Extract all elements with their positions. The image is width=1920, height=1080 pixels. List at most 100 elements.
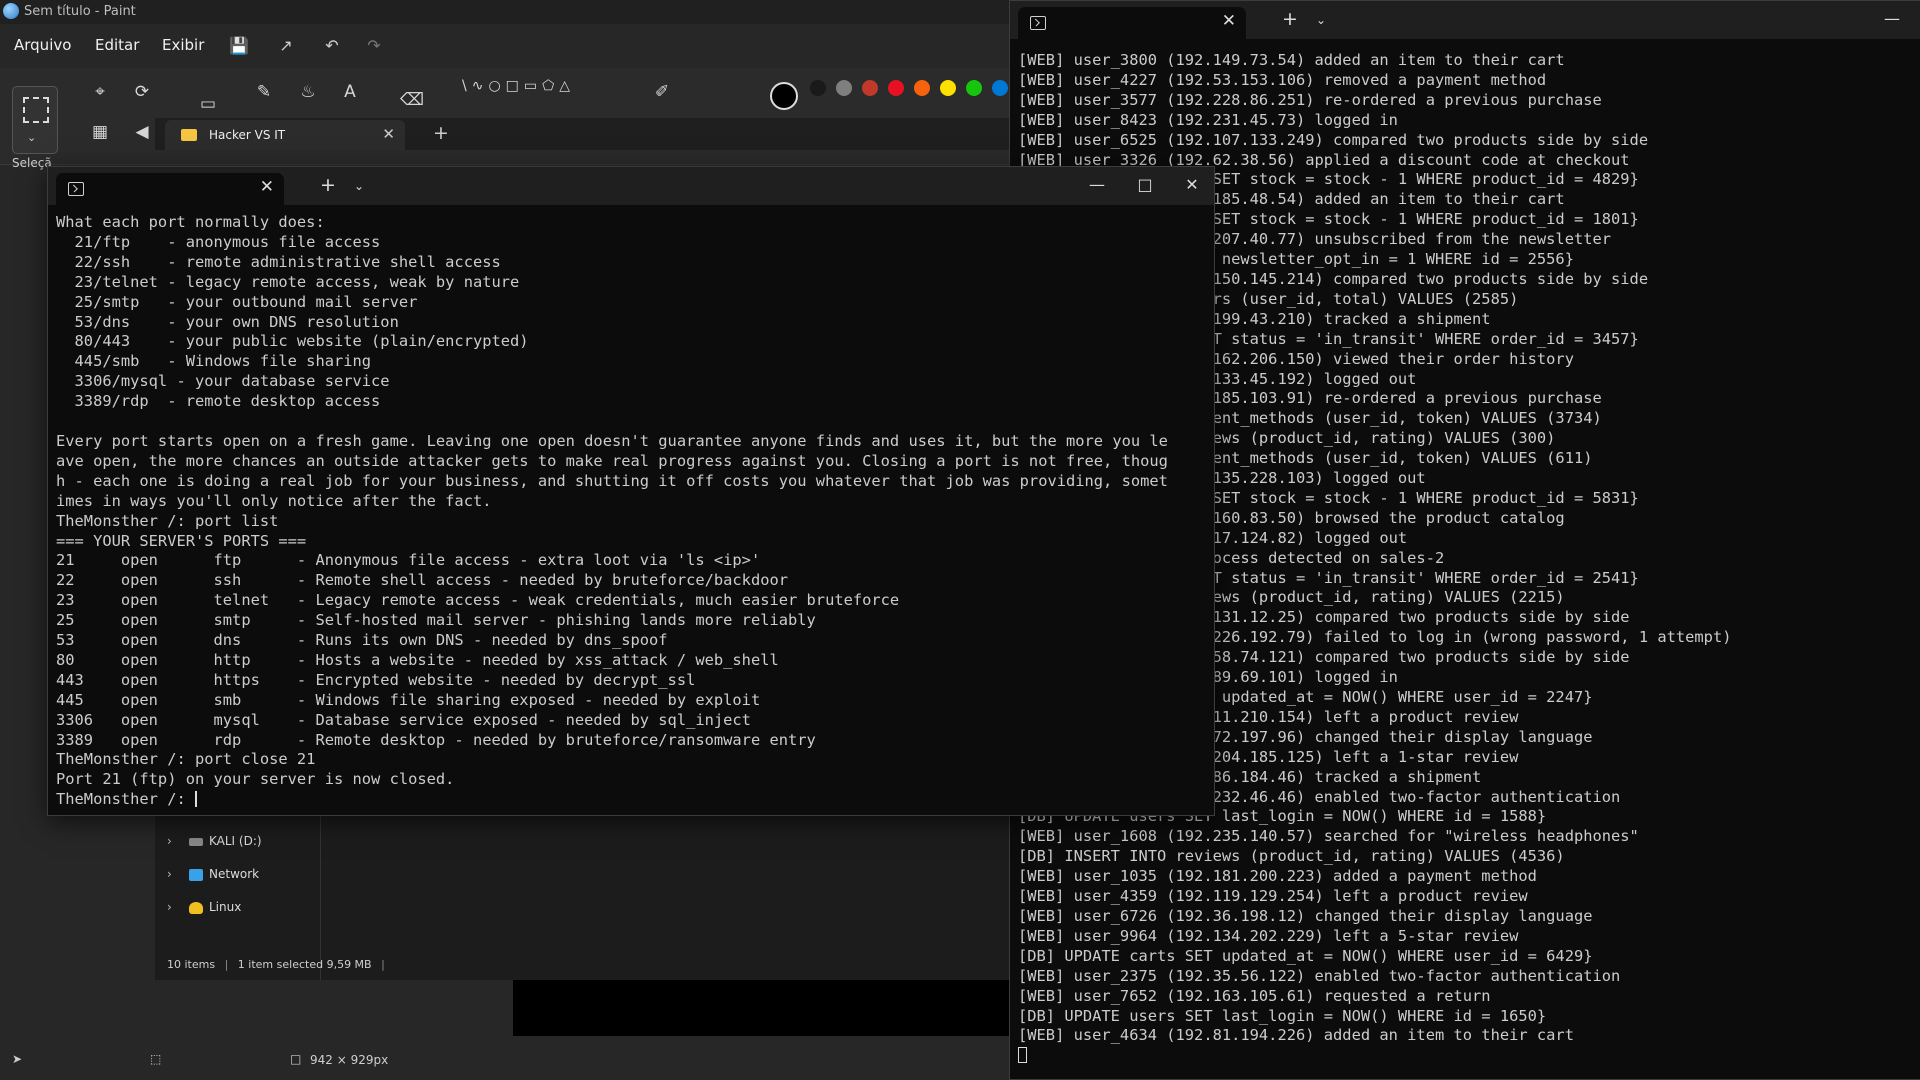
terminal-line: 25 open smtp - Self-hosted mail server -… [56,611,816,630]
terminal-line: 80 open http - Hosts a website - needed … [56,650,779,669]
color-swatch-red[interactable] [888,80,904,96]
new-tab-icon[interactable]: + [1282,8,1298,30]
explorer-tab[interactable]: Hacker VS IT ✕ [165,120,405,150]
color-swatch-black[interactable] [810,80,826,96]
close-icon[interactable]: ✕ [260,177,274,197]
terminal-line: [WEB] user_3800 (192.149.73.54) added an… [1018,51,1565,69]
explorer-tab-title: Hacker VS IT [209,128,286,142]
color-swatch-orange[interactable] [914,80,930,96]
new-tab-icon[interactable]: + [320,174,336,196]
primary-color-swatch[interactable] [770,82,798,110]
terminal-line: TheMonsther /: port list [56,511,279,530]
terminal-line: 445 open smb - Windows file sharing expo… [56,690,761,709]
folder-icon [181,129,197,141]
terminal-output[interactable]: What each port normally does: 21/ftp - a… [56,213,1206,809]
nav-item-label: Linux [209,900,242,914]
terminal-line: 22 open ssh - Remote shell access - need… [56,571,789,590]
color-swatch-dark-red[interactable] [862,80,878,96]
chevron-down-icon: ⌄ [27,131,37,144]
color-swatch-green[interactable] [966,80,982,96]
item-count: 10 items [167,958,216,971]
color-swatch-gray[interactable] [836,80,852,96]
close-icon[interactable]: ✕ [382,125,395,143]
terminal-line: [WEB] user_6525 (192.107.133.249) compar… [1018,130,1649,149]
chevron-right-icon: › [167,900,172,914]
linux-icon [189,902,203,914]
terminal-line: 443 open https - Encrypted website - nee… [56,670,696,689]
terminal-line: [WEB] user_1608 (192.235.140.57) searche… [1018,827,1639,846]
layers-icon[interactable]: ◀ [130,120,154,144]
menu-exibir[interactable]: Exibir [162,36,204,54]
chevron-down-icon[interactable]: ⌄ [354,179,364,193]
resize-icon[interactable]: ▭ [196,92,220,116]
terminal-line: 23 open telnet - Legacy remote access - … [56,591,900,610]
maximize-icon[interactable]: □ [1130,175,1160,194]
minimize-icon[interactable]: — [1877,9,1907,28]
menu-arquivo[interactable]: Arquivo [14,36,71,54]
canvas-size-icon: □ [290,1052,302,1066]
new-tab-icon[interactable]: + [433,122,449,144]
menu-editar[interactable]: Editar [95,36,139,54]
terminal-line: === YOUR SERVER'S PORTS === [56,531,307,550]
selection-group-label: Seleçã [12,156,52,170]
game-terminal-window: ✕ + ⌄ — □ ✕ What each port normally does… [47,166,1215,816]
terminal-line: TheMonsther /: port close 21 [56,750,316,769]
selection-tool-button[interactable]: ⌄ [12,86,58,154]
text-cursor [1018,1047,1027,1064]
share-icon[interactable]: ↗ [274,34,298,58]
save-icon[interactable]: 💾 [227,34,251,58]
terminal-line: Port 21 (ftp) on your server is now clos… [56,770,455,789]
minimize-icon[interactable]: — [1082,175,1112,194]
canvas-size-readout: 942 × 929px [310,1053,389,1067]
terminal-line: 3389 open rdp - Remote desktop - needed … [56,730,816,749]
terminal-line: [DB] UPDATE users SET last_login = NOW()… [1018,1006,1547,1025]
eraser-icon[interactable]: ⌫ [400,88,424,112]
text-icon[interactable]: A [338,80,362,104]
chevron-down-icon[interactable]: ⌄ [1316,13,1326,27]
crop-icon[interactable]: ⌖ [88,80,112,104]
terminal-line: 23/telnet - legacy remote access, weak b… [56,272,520,291]
terminal-line: [WEB] user_1035 (192.181.200.223) added … [1018,867,1537,886]
terminal-line: 22/ssh - remote administrative shell acc… [56,252,501,271]
terminal-line: [DB] INSERT INTO reviews (product_id, ra… [1018,847,1565,866]
shapes-gallery[interactable]: \∿○□▭⬠△ [462,78,628,118]
cursor-position-icon: ➤ [12,1052,23,1066]
terminal-line: [WEB] user_4359 (192.119.129.254) left a… [1018,887,1528,906]
terminal-tab[interactable]: ✕ [56,173,284,205]
terminal-line: 53 open dns - Runs its own DNS - needed … [56,631,668,650]
paint-title-bar: Sem título - Paint [0,0,1010,24]
close-window-icon[interactable]: ✕ [1177,175,1207,194]
undo-icon[interactable]: ↶ [320,34,344,58]
terminal-line: [WEB] user_4227 (192.53.153.106) removed… [1018,70,1547,89]
terminal-line: [WEB] user_9964 (192.134.202.229) left a… [1018,926,1519,945]
terminal-tab-strip: ✕ + ⌄ — [1010,1,1920,39]
terminal-line: ave open, the more chances an outside at… [56,451,1168,470]
text-cursor [195,791,197,808]
terminal-line: [WEB] user_3577 (192.228.86.251) re-orde… [1018,90,1602,109]
terminal-line: Every port starts open on a fresh game. … [56,431,1168,450]
terminal-line: 445/smb - Windows file sharing [56,352,372,371]
terminal-line: 80/443 - your public website (plain/encr… [56,332,529,351]
image-generator-icon[interactable]: ▦ [88,120,112,144]
paint-ribbon: ⌄ ⌖ ⟳ ▭ ✎ ♨ A ⌫ ▦ ◀ \∿○□▭⬠△ ✐ [0,68,1010,165]
close-icon[interactable]: ✕ [1222,11,1236,31]
rotate-icon[interactable]: ⟳ [130,80,154,104]
terminal-line: 3306 open mysql - Database service expos… [56,710,751,729]
paint-app-icon [3,3,19,19]
terminal-line: 3306/mysql - your database service [56,372,390,391]
terminal-line: TheMonsther /: [56,790,195,809]
pencil-icon[interactable]: ✎ [252,80,276,104]
terminal-line: 3389/rdp - remote desktop access [56,392,381,411]
color-swatch-blue[interactable] [992,80,1008,96]
terminal-line: What each port normally does: [56,213,325,231]
fill-icon[interactable]: ♨ [296,80,320,104]
nav-item-label: Network [209,867,260,881]
redo-icon[interactable]: ↷ [362,34,386,58]
terminal-line: h - each one is doing a real job for you… [56,471,1168,490]
color-swatch-yellow[interactable] [940,80,956,96]
brush-icon[interactable]: ✐ [650,80,674,104]
paint-window-title: Sem título - Paint [24,4,136,19]
terminal-tab[interactable]: ✕ [1018,7,1246,39]
explorer-nav-pane: › KALI (D:) › Network › Linux [155,800,321,980]
terminal-line: [DB] UPDATE carts SET updated_at = NOW()… [1018,946,1593,965]
